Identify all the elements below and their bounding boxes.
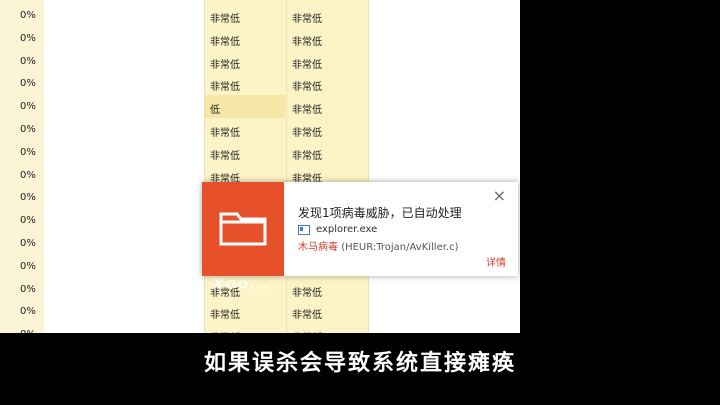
power-trend-cell: 非常低	[292, 82, 322, 94]
power-trend-cell: 非常低	[292, 14, 322, 25]
virus-type: (HEUR:Trojan/AvKiller.c)	[341, 242, 459, 253]
file-icon	[298, 224, 310, 235]
process-row[interactable]: 0% 非常低 非常低	[0, 118, 368, 141]
cpu-usage-cell: 0%	[20, 169, 36, 181]
cpu-usage-cell: 0%	[20, 238, 36, 249]
close-icon[interactable]: ×	[493, 186, 506, 205]
process-row[interactable]: 0% 非常低 非常低	[0, 50, 368, 73]
column-divider	[368, 0, 369, 333]
process-row[interactable]: 0% 低 非常低	[0, 95, 368, 119]
cpu-usage-cell: 0%	[20, 78, 36, 90]
power-usage-cell: 非常低	[210, 150, 240, 162]
toast-file: explorer.exe	[298, 224, 377, 235]
toast-file-name: explorer.exe	[316, 224, 378, 235]
power-usage-cell: 非常低	[210, 82, 240, 94]
toast-virus-info: 木马病毒 (HEUR:Trojan/AvKiller.c)	[298, 238, 459, 253]
cpu-usage-cell: 0%	[20, 55, 36, 67]
folder-alert-icon	[219, 212, 267, 246]
cpu-usage-cell: 0%	[20, 260, 36, 272]
power-usage-cell: 非常低	[210, 310, 240, 322]
power-usage-cell: 非常低	[210, 36, 240, 48]
watermark-bottom: Xoo...	[212, 274, 271, 293]
toast-icon-area	[202, 182, 284, 276]
virus-name: 木马病毒	[298, 242, 338, 253]
power-trend-cell: 非常低	[292, 36, 322, 48]
process-row[interactable]: 0% 非常低 非常低	[0, 300, 368, 323]
process-row[interactable]: 0% 非常低 非常低	[0, 27, 368, 50]
cpu-usage-cell: 0%	[20, 215, 36, 227]
process-row[interactable]: 0% 非常低 非常低	[0, 72, 368, 95]
cpu-usage-cell: 0%	[20, 146, 36, 158]
process-row[interactable]: 0%非常低非常低	[0, 323, 368, 333]
video-subtitle: 如果误杀会导致系统直接瘫痪	[203, 351, 516, 376]
cpu-usage-cell: 0%	[20, 192, 36, 204]
task-manager-window: 0% 非常低 非常低 0% 非常低 非常低 0% 非常低 非常低 0% 非常低 非常低 0% 低非常低 0%…	[0, 0, 520, 333]
cpu-usage-cell: 0%	[20, 10, 36, 21]
power-trend-cell: 非常低	[292, 105, 322, 117]
cpu-usage-cell: 0%	[20, 306, 36, 318]
power-trend-cell: 非常低	[292, 59, 322, 71]
power-trend-cell: 非常低	[292, 287, 322, 299]
cpu-usage-cell: 0%	[20, 32, 36, 44]
power-trend-cell: 非常低	[292, 310, 322, 322]
cpu-usage-cell: 0%	[20, 124, 36, 135]
process-row[interactable]: 0% 非常低 非常低	[0, 4, 368, 27]
process-row[interactable]: 0% 非常低 非常低	[0, 141, 368, 164]
power-usage-cell: 非常低	[210, 14, 240, 25]
watermark-top: bilibili	[66, 10, 137, 31]
toast-title: 发现1项病毒威胁，已自动处理	[298, 206, 462, 220]
details-link[interactable]: 详情	[486, 254, 506, 269]
process-row[interactable]: 0%非常低非常低	[0, 278, 368, 301]
power-trend-cell: 非常低	[292, 128, 322, 139]
cpu-usage-cell: 0%	[20, 283, 36, 295]
virus-notification-toast[interactable]: 发现1项病毒威胁，已自动处理 explorer.exe 木马病毒 (HEUR:T…	[202, 182, 518, 276]
cpu-usage-cell: 0%	[20, 101, 36, 113]
power-usage-cell: 低	[210, 105, 220, 117]
power-usage-cell: 非常低	[210, 59, 240, 71]
power-usage-cell: 非常低	[210, 128, 240, 139]
power-trend-cell: 非常低	[292, 150, 322, 162]
